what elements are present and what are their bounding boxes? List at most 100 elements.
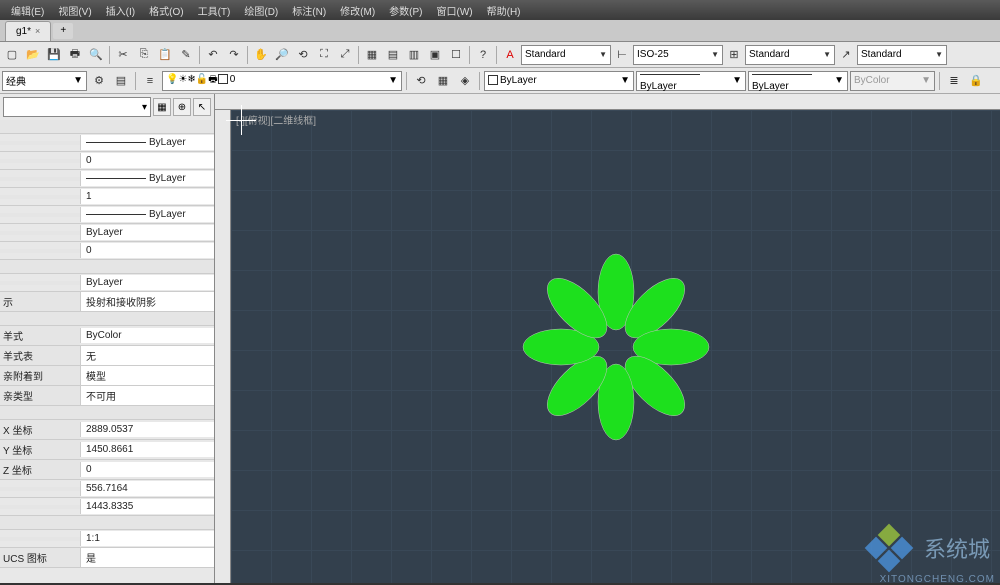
dimstyle-icon[interactable]: ⊢ [612, 45, 632, 65]
menu-window[interactable]: 窗口(W) [431, 1, 479, 20]
layer-manager-icon[interactable]: ≡ [140, 71, 160, 91]
prop-value[interactable]: 0 [80, 153, 214, 168]
menu-modify[interactable]: 修改(M) [334, 1, 381, 20]
prop-value[interactable]: 1443.8335 [80, 499, 214, 514]
paste-icon[interactable]: 📋 [155, 45, 175, 65]
menu-draw[interactable]: 绘图(D) [238, 1, 284, 20]
menu-edit[interactable]: 编辑(E) [5, 1, 50, 20]
prop-value[interactable]: 0 [80, 243, 214, 258]
property-row[interactable]: X 坐标2889.0537 [0, 420, 214, 440]
calc-icon[interactable]: ▣ [425, 45, 445, 65]
menu-dim[interactable]: 标注(N) [286, 1, 332, 20]
layer-iso-icon[interactable]: ◈ [455, 71, 475, 91]
help-icon[interactable]: ? [473, 45, 493, 65]
prop-value[interactable]: 模型 [80, 366, 214, 385]
workspace-save-icon[interactable]: ▤ [111, 71, 131, 91]
dimstyle-combo[interactable]: ISO-25▼ [633, 45, 723, 65]
zoom-all-icon[interactable]: ⤢ [335, 45, 355, 65]
mleaderstyle-combo[interactable]: Standard▼ [857, 45, 947, 65]
property-row[interactable]: ByLayer [0, 206, 214, 224]
menu-view[interactable]: 视图(V) [52, 1, 97, 20]
copy-icon[interactable]: ⎘ [134, 45, 154, 65]
menu-param[interactable]: 参数(P) [383, 1, 428, 20]
property-row[interactable]: 羊式表无 [0, 346, 214, 366]
property-row[interactable]: ByLayer [0, 274, 214, 292]
plotstyle-combo[interactable]: ByColor▼ [850, 71, 935, 91]
new-icon[interactable]: ▢ [2, 45, 22, 65]
list-icon[interactable]: ≣ [944, 71, 964, 91]
tool-icon[interactable]: ▥ [404, 45, 424, 65]
zoom-prev-icon[interactable]: ⟲ [293, 45, 313, 65]
flower-drawing[interactable] [516, 247, 716, 447]
prop-value[interactable]: 投射和接收阴影 [80, 292, 214, 311]
undo-icon[interactable]: ↶ [203, 45, 223, 65]
tablestyle-combo[interactable]: Standard▼ [745, 45, 835, 65]
lock-icon[interactable]: 🔒 [966, 71, 986, 91]
new-tab-button[interactable]: + [53, 23, 73, 39]
zoom-window-icon[interactable]: ⛶ [314, 45, 334, 65]
property-row[interactable]: 1443.8335 [0, 498, 214, 516]
document-tab[interactable]: g1* × [5, 21, 51, 41]
property-row[interactable]: 1:1 [0, 530, 214, 548]
prop-value[interactable]: 2889.0537 [80, 422, 214, 437]
print-icon[interactable]: 🖶 [65, 45, 85, 65]
close-icon[interactable]: × [35, 26, 40, 36]
property-row[interactable]: Z 坐标0 [0, 460, 214, 480]
match-icon[interactable]: ✎ [176, 45, 196, 65]
select-icon[interactable]: ☐ [446, 45, 466, 65]
property-row[interactable]: 0 [0, 152, 214, 170]
property-row[interactable]: 556.7164 [0, 480, 214, 498]
textstyle-icon[interactable]: A [500, 45, 520, 65]
tablestyle-icon[interactable]: ⊞ [724, 45, 744, 65]
prop-value[interactable]: ByLayer [80, 207, 214, 222]
property-row[interactable]: Y 坐标1450.8661 [0, 440, 214, 460]
canvas[interactable]: [-][俯视][二维线框] [231, 110, 1000, 583]
property-row[interactable]: 亲附着到模型 [0, 366, 214, 386]
preview-icon[interactable]: 🔍 [86, 45, 106, 65]
cut-icon[interactable]: ✂ [113, 45, 133, 65]
prop-value[interactable]: ByLayer [80, 171, 214, 186]
props-icon[interactable]: ▦ [362, 45, 382, 65]
prop-value[interactable]: 0 [80, 462, 214, 477]
workspace-combo[interactable]: 经典▼ [2, 71, 87, 91]
layer-combo[interactable]: 💡☀❄🔓🖶0 ▼ [162, 71, 402, 91]
linetype-combo[interactable]: ByLayer ▼ [636, 71, 746, 91]
layer-state-icon[interactable]: ▦ [433, 71, 453, 91]
property-row[interactable]: ByLayer [0, 134, 214, 152]
textstyle-combo[interactable]: Standard▼ [521, 45, 611, 65]
property-row[interactable]: 羊式ByColor [0, 326, 214, 346]
menu-tools[interactable]: 工具(T) [192, 1, 237, 20]
menu-help[interactable]: 帮助(H) [481, 1, 527, 20]
menu-format[interactable]: 格式(O) [143, 1, 189, 20]
property-row[interactable]: 1 [0, 188, 214, 206]
prop-value[interactable]: 不可用 [80, 386, 214, 405]
property-row[interactable]: UCS 图标是 [0, 548, 214, 568]
selection-combo[interactable]: ▾ [3, 97, 151, 117]
sheet-icon[interactable]: ▤ [383, 45, 403, 65]
prop-value[interactable]: ByLayer [80, 135, 214, 150]
pan-icon[interactable]: ✋ [251, 45, 271, 65]
prop-value[interactable]: ByColor [80, 328, 214, 343]
lineweight-combo[interactable]: ByLayer ▼ [748, 71, 848, 91]
layer-prev-icon[interactable]: ⟲ [411, 71, 431, 91]
selectobj-icon[interactable]: ↖ [193, 98, 211, 116]
prop-value[interactable]: 1 [80, 189, 214, 204]
property-row[interactable]: 示投射和接收阴影 [0, 292, 214, 312]
prop-value[interactable]: ByLayer [80, 225, 214, 240]
workspace-settings-icon[interactable]: ⚙ [89, 71, 109, 91]
open-icon[interactable]: 📂 [23, 45, 43, 65]
prop-value[interactable]: 556.7164 [80, 481, 214, 496]
save-icon[interactable]: 💾 [44, 45, 64, 65]
property-row[interactable]: ByLayer [0, 170, 214, 188]
pickadd-icon[interactable]: ⊕ [173, 98, 191, 116]
zoom-icon[interactable]: 🔎 [272, 45, 292, 65]
quickselect-icon[interactable]: ▦ [153, 98, 171, 116]
property-row[interactable]: 0 [0, 242, 214, 260]
prop-value[interactable]: 1:1 [80, 531, 214, 546]
menu-insert[interactable]: 插入(I) [100, 1, 141, 20]
prop-value[interactable]: 无 [80, 346, 214, 365]
redo-icon[interactable]: ↷ [224, 45, 244, 65]
prop-value[interactable]: 1450.8661 [80, 442, 214, 457]
prop-value[interactable]: ByLayer [80, 275, 214, 290]
color-combo[interactable]: ByLayer ▼ [484, 71, 634, 91]
